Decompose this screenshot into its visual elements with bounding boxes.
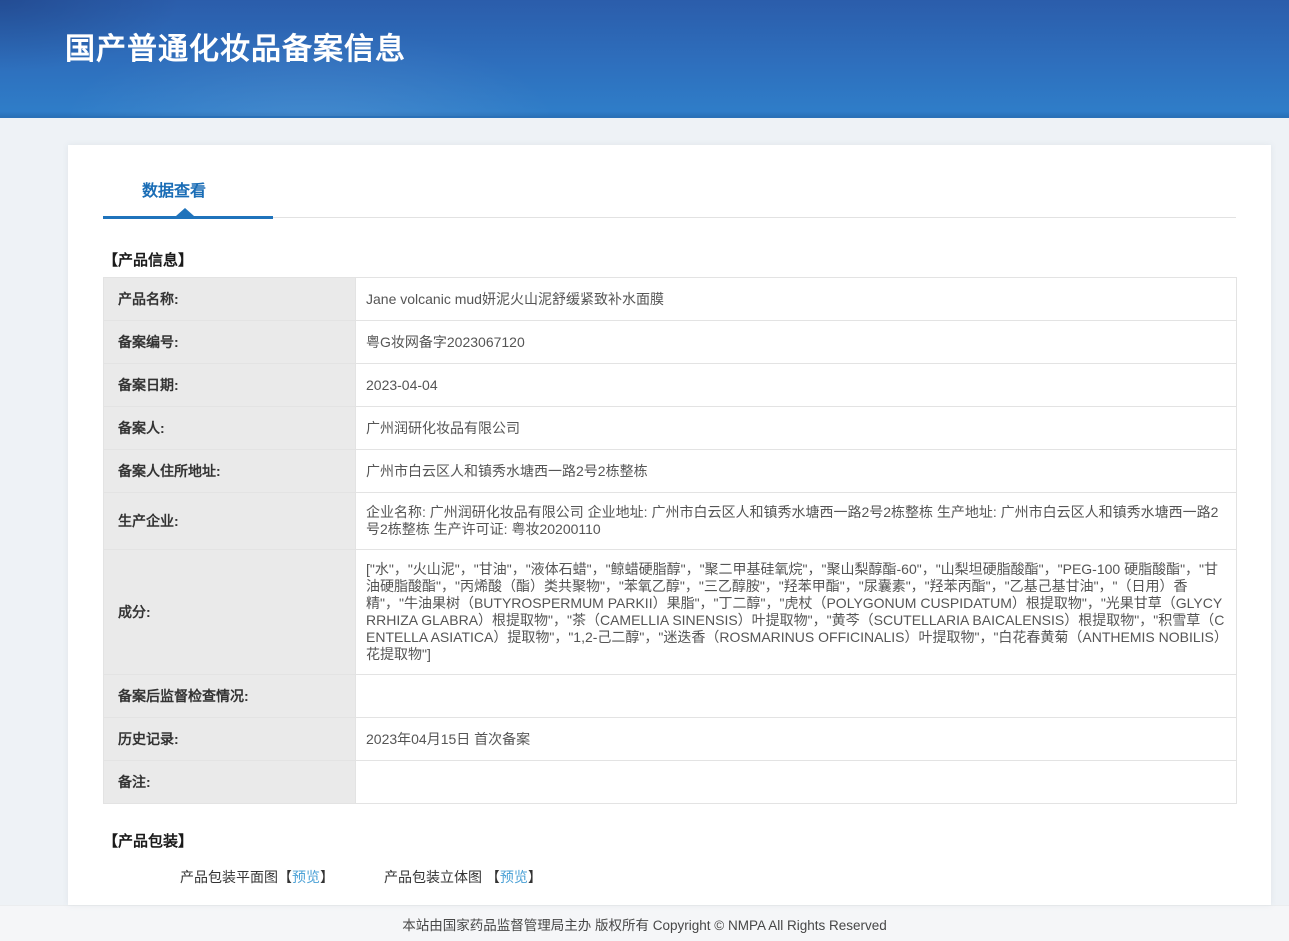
row-label: 产品名称:	[104, 278, 356, 321]
table-row: 备案人: 广州润研化妆品有限公司	[104, 407, 1237, 450]
row-label: 备案人住所地址:	[104, 450, 356, 493]
packaging-row: 产品包装平面图【预览】 产品包装立体图 【预览】	[180, 867, 1236, 887]
main-area: 数据查看 【产品信息】 产品名称: Jane volcanic mud妍泥火山泥…	[0, 118, 1289, 905]
row-value: 2023-04-04	[356, 364, 1237, 407]
bracket-open: 【	[486, 869, 500, 885]
row-value: 广州市白云区人和镇秀水塘西一路2号2栋整栋	[356, 450, 1237, 493]
preview-link[interactable]: 预览	[500, 869, 528, 885]
bracket-close: 】	[320, 869, 334, 885]
table-row: 生产企业: 企业名称: 广州润研化妆品有限公司 企业地址: 广州市白云区人和镇秀…	[104, 493, 1237, 550]
table-row: 产品名称: Jane volcanic mud妍泥火山泥舒缓紧致补水面膜	[104, 278, 1237, 321]
table-row: 历史记录: 2023年04月15日 首次备案	[104, 718, 1237, 761]
row-label: 生产企业:	[104, 493, 356, 550]
packaging-section-title: 【产品包装】	[103, 830, 1236, 851]
product-info-table: 产品名称: Jane volcanic mud妍泥火山泥舒缓紧致补水面膜 备案编…	[103, 277, 1237, 804]
product-info-table-body: 产品名称: Jane volcanic mud妍泥火山泥舒缓紧致补水面膜 备案编…	[104, 278, 1237, 804]
table-row: 备案日期: 2023-04-04	[104, 364, 1237, 407]
tab-rule-line	[273, 217, 1236, 218]
tab-data-view[interactable]: 数据查看	[142, 177, 206, 201]
preview-link[interactable]: 预览	[292, 869, 320, 885]
caret-up-icon	[176, 208, 194, 216]
packaging-item: 产品包装立体图 【预览】	[384, 867, 542, 887]
row-value: 企业名称: 广州润研化妆品有限公司 企业地址: 广州市白云区人和镇秀水塘西一路2…	[356, 493, 1237, 550]
table-row: 备案编号: 粤G妆网备字2023067120	[104, 321, 1237, 364]
bracket-open: 【	[278, 869, 292, 885]
row-label: 备案日期:	[104, 364, 356, 407]
row-value: Jane volcanic mud妍泥火山泥舒缓紧致补水面膜	[356, 278, 1237, 321]
row-label: 历史记录:	[104, 718, 356, 761]
row-value: 粤G妆网备字2023067120	[356, 321, 1237, 364]
packaging-item-label: 产品包装立体图	[384, 869, 486, 885]
page-footer: 本站由国家药品监督管理局主办 版权所有 Copyright © NMPA All…	[0, 905, 1289, 941]
row-label: 备注:	[104, 761, 356, 804]
table-row: 备案后监督检查情况:	[104, 675, 1237, 718]
product-info-section-title: 【产品信息】	[103, 249, 1236, 270]
tab-rule	[103, 216, 1236, 219]
row-value	[356, 761, 1237, 804]
row-value: 2023年04月15日 首次备案	[356, 718, 1237, 761]
content-card: 数据查看 【产品信息】 产品名称: Jane volcanic mud妍泥火山泥…	[68, 145, 1271, 905]
packaging-item: 产品包装平面图【预览】	[180, 867, 334, 887]
table-row: 成分: ["水"，"火山泥"，"甘油"，"液体石蜡"，"鲸蜡硬脂醇"，"聚二甲基…	[104, 550, 1237, 675]
row-value	[356, 675, 1237, 718]
tab-active-underline	[103, 216, 273, 219]
page-title: 国产普通化妆品备案信息	[65, 24, 1289, 68]
row-value: ["水"，"火山泥"，"甘油"，"液体石蜡"，"鲸蜡硬脂醇"，"聚二甲基硅氧烷"…	[356, 550, 1237, 675]
page-header: 国产普通化妆品备案信息	[0, 0, 1289, 118]
row-label: 备案编号:	[104, 321, 356, 364]
packaging-item-label: 产品包装平面图	[180, 869, 278, 885]
bracket-close: 】	[528, 869, 542, 885]
table-row: 备案人住所地址: 广州市白云区人和镇秀水塘西一路2号2栋整栋	[104, 450, 1237, 493]
copyright-text: 本站由国家药品监督管理局主办 版权所有 Copyright © NMPA All…	[402, 914, 887, 934]
row-label: 备案后监督检查情况:	[104, 675, 356, 718]
row-label: 成分:	[104, 550, 356, 675]
row-value: 广州润研化妆品有限公司	[356, 407, 1237, 450]
table-row: 备注:	[104, 761, 1237, 804]
row-label: 备案人:	[104, 407, 356, 450]
